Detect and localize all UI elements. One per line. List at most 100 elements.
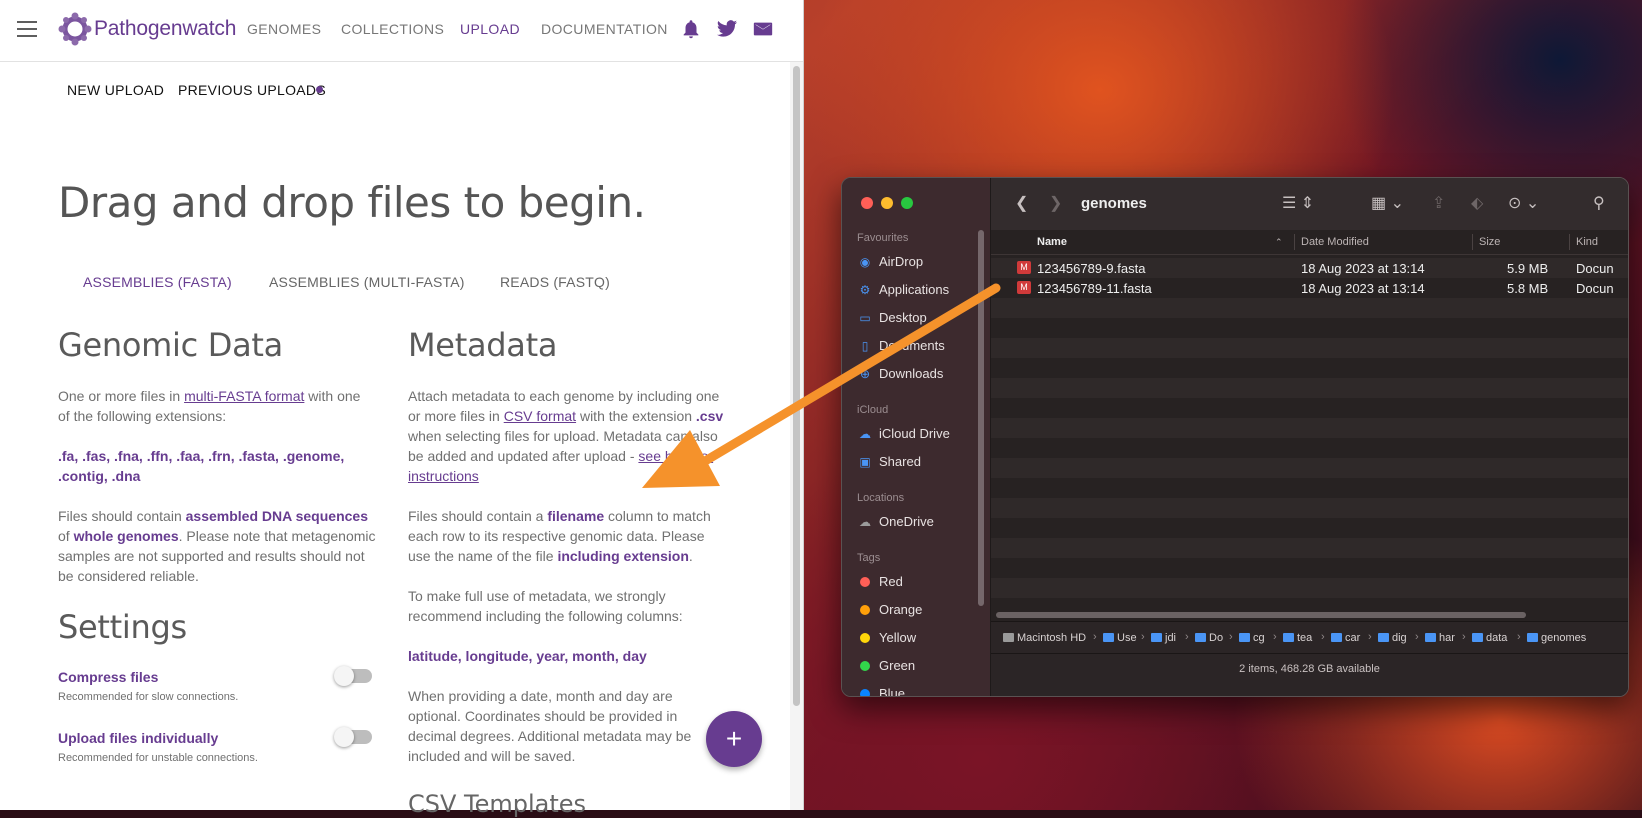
page-scrollbar-thumb[interactable]	[793, 66, 800, 706]
path-item[interactable]: data	[1472, 632, 1507, 644]
finder-content: ❮ ❯ genomes ☰ ⇕ ▦ ⌄ ⇪ ⬖ ⊙ ⌄ ⚲ Name ⌃ Dat…	[991, 178, 1628, 696]
nav-collections[interactable]: COLLECTIONS	[341, 21, 444, 37]
horizontal-scrollbar[interactable]	[996, 612, 1526, 618]
folder-icon	[1195, 633, 1206, 642]
add-files-button[interactable]: +	[706, 711, 762, 767]
folder-icon	[1331, 633, 1342, 642]
twitter-icon[interactable]	[716, 18, 738, 40]
disk-icon	[1003, 633, 1014, 642]
tags-header: Tags	[857, 552, 881, 564]
upload-individually-toggle[interactable]	[334, 727, 372, 747]
path-item[interactable]: har	[1425, 632, 1455, 644]
list-view-icon[interactable]: ☰ ⇕	[1282, 193, 1314, 213]
finder-window: Favourites ◉ AirDrop ⚙ Applications ▭ Deskt…	[841, 177, 1629, 697]
file-kind: Docun	[1576, 261, 1614, 276]
extensions-list-2: .contig, .dna	[58, 468, 141, 484]
sidebar-item-icloud-drive[interactable]: ☁ iCloud Drive	[857, 426, 950, 441]
brand-name[interactable]: Pathogenwatch	[94, 17, 236, 41]
blue-tag-dot	[860, 689, 870, 696]
metadata-filename-note: Files should contain a filename column t…	[408, 508, 711, 564]
share-icon[interactable]: ⇪	[1432, 193, 1445, 213]
download-icon: ⊕	[859, 367, 871, 381]
path-item[interactable]: Do	[1195, 632, 1223, 644]
group-icon[interactable]: ▦ ⌄	[1371, 193, 1404, 213]
sidebar-tag-yellow[interactable]: Yellow	[857, 630, 916, 645]
nav-genomes[interactable]: GENOMES	[247, 21, 321, 37]
forward-icon[interactable]: ❯	[1049, 193, 1062, 213]
nav-upload[interactable]: UPLOAD	[460, 21, 520, 37]
sidebar-item-applications[interactable]: ⚙ Applications	[857, 282, 950, 297]
tab-assemblies-fasta[interactable]: ASSEMBLIES (FASTA)	[83, 274, 232, 290]
orange-tag-dot	[860, 605, 870, 615]
sidebar-tag-blue[interactable]: Blue	[857, 686, 905, 696]
tag-icon[interactable]: ⬖	[1471, 193, 1483, 213]
cloud-icon: ☁	[859, 515, 871, 529]
metadata-columns-note: To make full use of metadata, we strongl…	[408, 588, 683, 624]
search-icon[interactable]: ⚲	[1593, 193, 1605, 213]
pathogenwatch-logo-icon[interactable]	[58, 12, 92, 46]
column-header: Name ⌃ Date Modified Size Kind	[991, 230, 1628, 255]
metadata-date-note: When providing a date, month and day are…	[408, 688, 692, 764]
path-item-disk[interactable]: Macintosh HD	[1003, 632, 1086, 644]
file-size: 5.8 MB	[1507, 281, 1549, 296]
file-size: 5.9 MB	[1507, 261, 1549, 276]
minimize-window-button[interactable]	[881, 197, 893, 209]
table-row[interactable]: M 123456789-11.fasta 18 Aug 2023 at 13:1…	[991, 278, 1628, 298]
column-kind[interactable]: Kind	[1576, 236, 1598, 248]
column-date-modified[interactable]: Date Modified	[1301, 236, 1369, 248]
yellow-tag-dot	[860, 633, 870, 643]
status-bar: 2 items, 468.28 GB available	[991, 653, 1628, 696]
path-item-current[interactable]: genomes	[1527, 632, 1586, 644]
metadata-intro: Attach metadata to each genome by includ…	[408, 388, 724, 484]
sidebar-item-shared[interactable]: ▣ Shared	[857, 454, 921, 469]
desktop-icon: ▭	[859, 311, 871, 325]
zoom-window-button[interactable]	[901, 197, 913, 209]
column-name[interactable]: Name	[1037, 236, 1067, 248]
path-item[interactable]: Use	[1103, 632, 1137, 644]
path-item[interactable]: dig	[1378, 632, 1407, 644]
folder-title: genomes	[1081, 195, 1147, 212]
sidebar-tag-red[interactable]: Red	[857, 574, 903, 589]
tab-new-upload[interactable]: NEW UPLOAD	[67, 82, 164, 98]
nav-documentation[interactable]: DOCUMENTATION	[541, 21, 668, 37]
settings-heading: Settings	[58, 608, 187, 646]
compress-files-toggle[interactable]	[334, 666, 372, 686]
compress-files-label: Compress files	[58, 669, 159, 685]
finder-sidebar: Favourites ◉ AirDrop ⚙ Applications ▭ Deskt…	[842, 178, 991, 696]
sidebar-item-onedrive[interactable]: ☁ OneDrive	[857, 514, 934, 529]
path-item[interactable]: car	[1331, 632, 1360, 644]
bell-icon[interactable]	[680, 18, 702, 40]
path-item[interactable]: tea	[1283, 632, 1312, 644]
sidebar-tag-green[interactable]: Green	[857, 658, 915, 673]
upload-individually-hint: Recommended for unstable connections.	[58, 752, 258, 764]
mail-icon[interactable]	[752, 18, 774, 40]
cloud-icon: ☁	[859, 427, 871, 441]
folder-icon	[1378, 633, 1389, 642]
tab-reads-fastq[interactable]: READS (FASTQ)	[500, 274, 610, 290]
sort-ascending-icon[interactable]: ⌃	[1275, 237, 1283, 248]
close-window-button[interactable]	[861, 197, 873, 209]
file-date: 18 Aug 2023 at 13:14	[1301, 281, 1425, 296]
sidebar-item-downloads[interactable]: ⊕ Downloads	[857, 366, 943, 381]
sidebar-item-desktop[interactable]: ▭ Desktop	[857, 310, 926, 325]
table-row[interactable]: M 123456789-9.fasta 18 Aug 2023 at 13:14…	[991, 258, 1628, 278]
sidebar-scrollbar[interactable]	[978, 230, 984, 606]
sidebar-tag-orange[interactable]: Orange	[857, 602, 922, 617]
icloud-header: iCloud	[857, 404, 889, 416]
column-size[interactable]: Size	[1479, 236, 1500, 248]
path-item[interactable]: cg	[1239, 632, 1265, 644]
sidebar-item-airdrop[interactable]: ◉ AirDrop	[857, 254, 923, 269]
path-item[interactable]: jdi	[1151, 632, 1176, 644]
tab-assemblies-multi-fasta[interactable]: ASSEMBLIES (MULTI-FASTA)	[269, 274, 465, 290]
csv-format-link[interactable]: CSV format	[504, 408, 576, 424]
more-actions-icon[interactable]: ⊙ ⌄	[1508, 193, 1539, 213]
file-name: 123456789-9.fasta	[1037, 261, 1146, 276]
folder-icon	[1283, 633, 1294, 642]
multi-fasta-link[interactable]: multi-FASTA format	[184, 388, 304, 404]
sidebar-item-documents[interactable]: ▯ Documents	[857, 338, 945, 353]
genomic-intro: One or more files in multi-FASTA format …	[58, 388, 361, 424]
applications-icon: ⚙	[859, 283, 871, 297]
back-icon[interactable]: ❮	[1015, 193, 1028, 213]
tab-previous-uploads[interactable]: PREVIOUS UPLOADS	[178, 82, 326, 98]
menu-icon[interactable]	[17, 21, 37, 37]
